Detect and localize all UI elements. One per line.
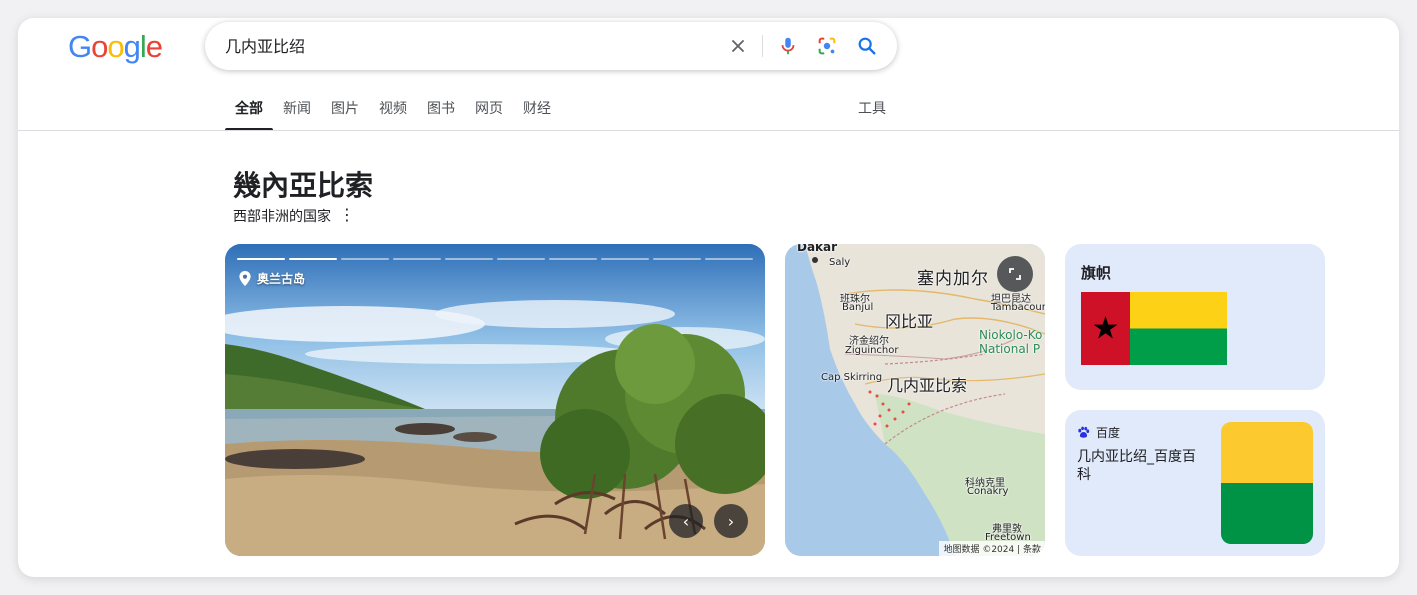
entity-title: 幾內亞比索 bbox=[233, 169, 374, 202]
tab-web[interactable]: 网页 bbox=[465, 98, 513, 131]
tools-button[interactable]: 工具 bbox=[858, 98, 886, 118]
microphone-icon[interactable] bbox=[776, 34, 800, 58]
guinea-bissau-flag[interactable] bbox=[1081, 292, 1227, 365]
map-label: Tambacounda bbox=[991, 302, 1045, 313]
progress-segment bbox=[497, 258, 545, 260]
map-label: Ziguinchor bbox=[845, 345, 899, 356]
logo-letter: g bbox=[123, 29, 141, 64]
photo-carousel[interactable]: 奥兰古岛 ‹ › bbox=[225, 244, 765, 556]
location-pin-icon bbox=[239, 271, 251, 286]
expand-icon[interactable] bbox=[997, 256, 1033, 292]
browser-window: Google 全部 新闻 图片 视频 图书 网页 财经 工具 幾內亞比索 西部非… bbox=[18, 18, 1399, 577]
tab-news[interactable]: 新闻 bbox=[273, 98, 321, 131]
progress-segment bbox=[341, 258, 389, 260]
entity-subtitle: 西部非洲的国家 bbox=[233, 209, 331, 225]
map-label: Banjul bbox=[842, 302, 874, 313]
progress-segment bbox=[549, 258, 597, 260]
map-label: Cap Skirring bbox=[821, 372, 883, 383]
source-site-name: 百度 bbox=[1096, 426, 1121, 440]
flag-card: 旗帜 bbox=[1065, 244, 1325, 390]
map-label: Niokolo-Ko bbox=[979, 328, 1043, 342]
map-label: National P bbox=[979, 342, 1041, 356]
map-label: Dakar bbox=[797, 244, 838, 254]
logo-letter: G bbox=[68, 29, 92, 64]
map-label: 冈比亚 bbox=[885, 312, 934, 331]
tab-all[interactable]: 全部 bbox=[225, 98, 273, 131]
more-vert-icon[interactable]: ⋮ bbox=[339, 204, 355, 224]
search-icon[interactable] bbox=[855, 34, 879, 58]
flag-thumbnail bbox=[1221, 422, 1313, 544]
map-attribution: 地图数据 ©2024 | 条款 bbox=[939, 541, 1045, 556]
header-divider bbox=[18, 130, 1399, 131]
logo-letter: o bbox=[91, 29, 108, 64]
search-separator bbox=[762, 35, 763, 57]
progress-segment bbox=[237, 258, 285, 260]
map-label: Conakry bbox=[967, 486, 1009, 497]
map-label: Saly bbox=[829, 257, 851, 268]
progress-segment bbox=[445, 258, 493, 260]
tab-videos[interactable]: 视频 bbox=[369, 98, 417, 131]
location-label: 奥兰古岛 bbox=[257, 272, 306, 286]
carousel-progress bbox=[237, 258, 753, 260]
chevron-right-icon[interactable]: › bbox=[714, 504, 748, 538]
source-site: 百度 bbox=[1077, 424, 1120, 441]
tab-images[interactable]: 图片 bbox=[321, 98, 369, 131]
logo-letter: o bbox=[107, 29, 124, 64]
baidu-paw-icon bbox=[1078, 426, 1090, 438]
map-data-credit: 地图数据 ©2024 bbox=[943, 545, 1015, 555]
tab-books[interactable]: 图书 bbox=[417, 98, 465, 131]
map-card[interactable]: Dakar Saly 塞内加尔 班珠尔 Banjul 冈比亚 坦巴昆达 Tamb… bbox=[785, 244, 1045, 556]
search-bar bbox=[205, 22, 897, 70]
source-card[interactable]: 百度 几内亚比绍_百度百科 bbox=[1065, 410, 1325, 556]
tab-finance[interactable]: 财经 bbox=[513, 98, 561, 131]
progress-segment bbox=[601, 258, 649, 260]
progress-segment bbox=[289, 258, 337, 260]
progress-segment bbox=[705, 258, 753, 260]
chevron-left-icon[interactable]: ‹ bbox=[669, 504, 703, 538]
progress-segment bbox=[653, 258, 701, 260]
map-terms-link[interactable]: 条款 bbox=[1023, 545, 1041, 555]
flag-heading: 旗帜 bbox=[1081, 264, 1112, 282]
google-logo[interactable]: Google bbox=[68, 29, 163, 65]
map-label: 几内亚比索 bbox=[887, 376, 968, 395]
search-input[interactable] bbox=[225, 35, 705, 54]
progress-segment bbox=[393, 258, 441, 260]
photo-location: 奥兰古岛 bbox=[239, 270, 305, 287]
logo-letter: e bbox=[145, 29, 163, 64]
close-icon[interactable] bbox=[726, 34, 750, 58]
search-tabs: 全部 新闻 图片 视频 图书 网页 财经 bbox=[225, 98, 561, 131]
source-thumbnail bbox=[1221, 422, 1313, 544]
lens-icon[interactable] bbox=[815, 34, 839, 58]
source-title[interactable]: 几内亚比绍_百度百科 bbox=[1077, 448, 1209, 484]
map-label: 塞内加尔 bbox=[917, 269, 989, 289]
